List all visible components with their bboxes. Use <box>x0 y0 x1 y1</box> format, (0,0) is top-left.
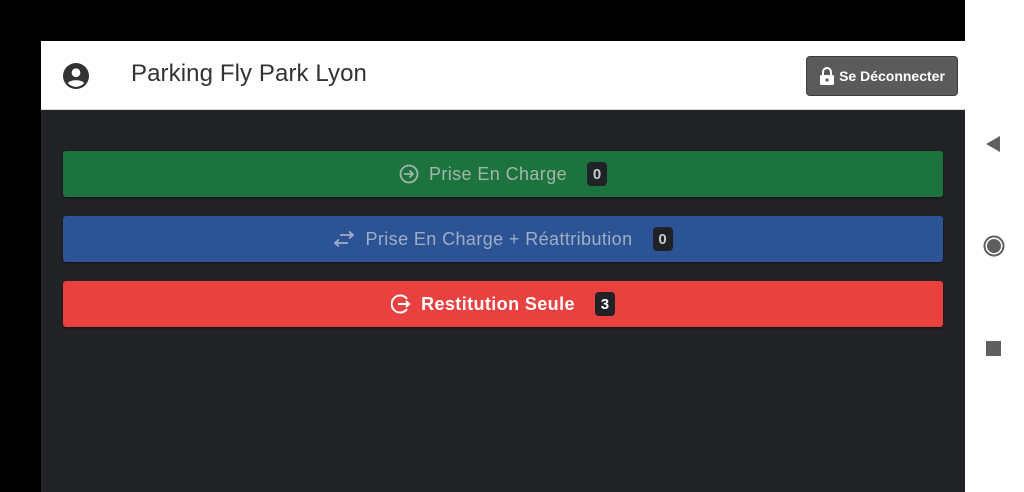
arrow-circle-exit-icon <box>391 294 411 314</box>
page-title: Parking Fly Park Lyon <box>131 60 367 87</box>
prise-en-charge-button[interactable]: Prise En Charge 0 <box>63 151 943 197</box>
back-triangle-icon[interactable] <box>985 136 1001 152</box>
arrow-circle-right-icon <box>399 164 419 184</box>
swap-arrows-icon <box>334 230 355 248</box>
prise-en-charge-reattribution-label: Prise En Charge + Réattribution <box>365 228 633 249</box>
restitution-seule-button[interactable]: Restitution Seule 3 <box>63 281 943 327</box>
prise-en-charge-count-badge: 0 <box>587 162 608 186</box>
app-header: Parking Fly Park Lyon Se Déconnecter <box>41 41 965 110</box>
home-circle-icon[interactable] <box>983 235 1005 257</box>
app-container: Parking Fly Park Lyon Se Déconnecter Pri… <box>41 41 965 492</box>
lock-icon <box>820 67 835 85</box>
screen: Parking Fly Park Lyon Se Déconnecter Pri… <box>0 0 1024 492</box>
android-navigation-bar <box>965 0 1024 492</box>
account-circle-icon[interactable] <box>63 63 89 89</box>
prise-en-charge-reattribution-button[interactable]: Prise En Charge + Réattribution 0 <box>63 216 943 262</box>
recent-square-icon[interactable] <box>986 341 1001 356</box>
restitution-seule-count-badge: 3 <box>594 292 615 316</box>
prise-en-charge-label: Prise En Charge <box>428 163 568 184</box>
prise-en-charge-reattribution-count-badge: 0 <box>652 227 673 251</box>
logout-label: Se Déconnecter <box>839 68 945 84</box>
logout-button[interactable]: Se Déconnecter <box>806 56 958 96</box>
restitution-seule-label: Restitution Seule <box>421 293 575 314</box>
